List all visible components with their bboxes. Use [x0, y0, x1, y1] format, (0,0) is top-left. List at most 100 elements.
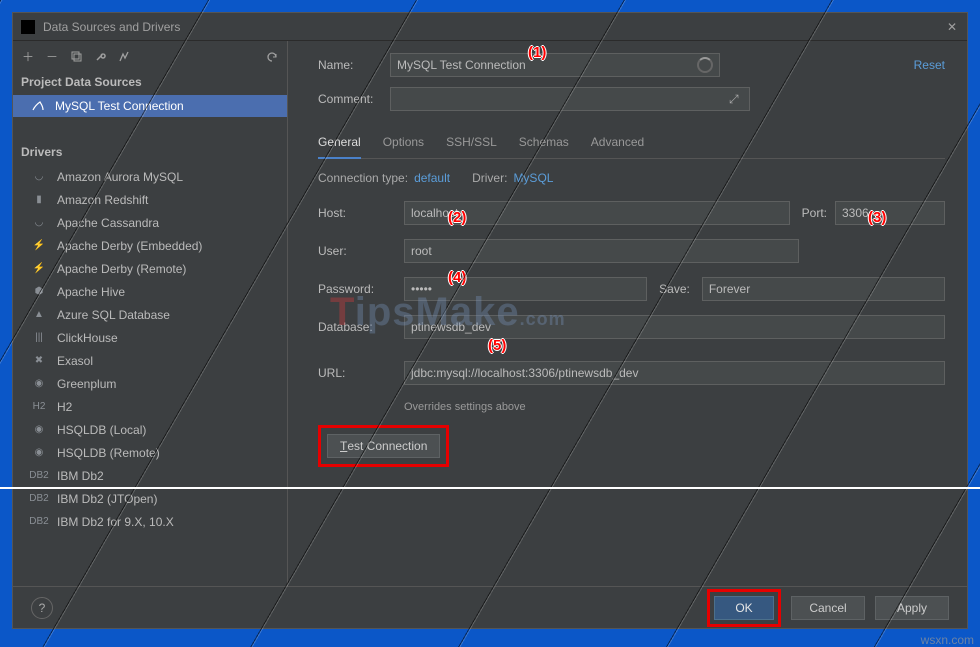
driver-link[interactable]: MySQL: [513, 171, 553, 185]
connection-type-line: Connection type: default Driver: MySQL: [318, 171, 945, 185]
right-panel: Name: MySQL Test Connection Reset Commen…: [288, 41, 967, 586]
driver-item[interactable]: ▮Amazon Redshift: [13, 188, 287, 211]
help-icon[interactable]: ?: [31, 597, 53, 619]
driver-label: Exasol: [57, 354, 93, 368]
url-input[interactable]: jdbc:mysql://localhost:3306/ptinewsdb_de…: [404, 361, 945, 385]
datasource-label: MySQL Test Connection: [55, 99, 184, 113]
driver-icon: ◉: [31, 423, 47, 437]
driver-label: Apache Hive: [57, 285, 125, 299]
driver-item[interactable]: ⚡ Apache Derby (Remote): [13, 257, 287, 280]
driver-item[interactable]: ◉ Greenplum: [13, 372, 287, 395]
driver-item[interactable]: ◡ Amazon Aurora MySQL: [13, 165, 287, 188]
tab-general[interactable]: General: [318, 131, 361, 159]
save-select[interactable]: Forever: [702, 277, 945, 301]
driver-item[interactable]: ▲ Azure SQL Database: [13, 303, 287, 326]
driver-item[interactable]: ◡ Apache Cassandra: [13, 211, 287, 234]
driver-item[interactable]: DB2 IBM Db2: [13, 464, 287, 487]
url-label: URL:: [318, 366, 392, 380]
driver-item[interactable]: ⬢Apache Hive: [13, 280, 287, 303]
test-connection-highlight: Test Connection: [318, 425, 449, 467]
driver-label: Amazon Aurora MySQL: [57, 170, 183, 184]
wrench-icon[interactable]: [89, 45, 111, 67]
left-panel: ＋ － Project Data Sources: [13, 41, 288, 586]
driver-icon: DB2: [31, 469, 47, 483]
undo-icon[interactable]: [261, 45, 283, 67]
driver-item[interactable]: ◉HSQLDB (Local): [13, 418, 287, 441]
driver-icon: ◉: [31, 377, 47, 391]
datasource-item[interactable]: MySQL Test Connection: [13, 95, 287, 117]
copy-icon[interactable]: [65, 45, 87, 67]
driver-icon: ⚡: [31, 262, 47, 276]
host-input[interactable]: localhost: [404, 201, 790, 225]
spinner-icon: [697, 57, 713, 73]
drivers-list: Drivers ◡ Amazon Aurora MySQL ▮Amazon Reds…: [13, 141, 287, 533]
tabs: General Options SSH/SSL Schemas Advanced: [318, 131, 945, 159]
driver-label: ClickHouse: [57, 331, 118, 345]
apply-button[interactable]: Apply: [875, 596, 949, 620]
tab-advanced[interactable]: Advanced: [591, 131, 644, 158]
driver-label: IBM Db2 (JTOpen): [57, 492, 157, 506]
driver-icon: ◉: [31, 446, 47, 460]
driver-icon: |||: [31, 331, 47, 345]
dialog-footer: ? OK Cancel Apply: [13, 586, 967, 628]
tab-sshssl[interactable]: SSH/SSL: [446, 131, 497, 158]
driver-item[interactable]: H2 H2: [13, 395, 287, 418]
remove-icon[interactable]: －: [41, 45, 63, 67]
database-input[interactable]: ptinewsdb_dev: [404, 315, 945, 339]
app-icon: [21, 20, 35, 34]
host-label: Host:: [318, 206, 392, 220]
driver-label: H2: [57, 400, 72, 414]
comment-input[interactable]: ⤢: [390, 87, 750, 111]
driver-label: HSQLDB (Remote): [57, 446, 160, 460]
test-connection-button[interactable]: Test Connection: [327, 434, 440, 458]
driver-item[interactable]: ✖ Exasol: [13, 349, 287, 372]
driver-item[interactable]: DB2IBM Db2 (JTOpen): [13, 487, 287, 510]
driver-icon: ✖: [31, 354, 47, 368]
driver-item[interactable]: DB2 IBM Db2 for 9.X, 10.X: [13, 510, 287, 533]
ok-button[interactable]: OK: [714, 596, 774, 620]
tab-options[interactable]: Options: [383, 131, 424, 158]
driver-label: Azure SQL Database: [57, 308, 170, 322]
driver-icon: ▮: [31, 193, 47, 207]
section-data-sources: Project Data Sources: [13, 71, 287, 95]
driver-icon: DB2: [31, 515, 47, 529]
driver-item[interactable]: ||| ClickHouse: [13, 326, 287, 349]
close-icon[interactable]: ✕: [945, 20, 959, 34]
datasource-list: MySQL Test Connection: [13, 95, 287, 117]
save-label: Save:: [659, 282, 690, 296]
driver-icon: ◡: [31, 170, 47, 184]
reset-schema-icon[interactable]: [113, 45, 135, 67]
password-input[interactable]: •••••: [404, 277, 647, 301]
driver-icon: H2: [31, 400, 47, 414]
add-icon[interactable]: ＋: [17, 45, 39, 67]
driver-icon: ▲: [31, 308, 47, 322]
comment-label: Comment:: [318, 92, 390, 106]
dialog-window: Data Sources and Drivers ✕ ＋ －: [12, 12, 968, 629]
driver-item[interactable]: ⚡ Apache Derby (Embedded): [13, 234, 287, 257]
window-title: Data Sources and Drivers: [43, 20, 945, 34]
driver-icon: ⚡: [31, 239, 47, 253]
driver-label: IBM Db2 for 9.X, 10.X: [57, 515, 174, 529]
section-drivers: Drivers: [13, 141, 287, 165]
port-input[interactable]: 3306: [835, 201, 945, 225]
driver-label: IBM Db2: [57, 469, 104, 483]
titlebar: Data Sources and Drivers ✕: [13, 13, 967, 41]
driver-icon: ◡: [31, 216, 47, 230]
expand-icon[interactable]: ⤢: [729, 92, 743, 107]
mysql-icon: [31, 99, 45, 113]
connection-type-link[interactable]: default: [414, 171, 450, 185]
cancel-button[interactable]: Cancel: [791, 596, 865, 620]
driver-item[interactable]: ◉ HSQLDB (Remote): [13, 441, 287, 464]
tab-schemas[interactable]: Schemas: [519, 131, 569, 158]
reset-link[interactable]: Reset: [914, 58, 945, 72]
dialog-body: ＋ － Project Data Sources: [13, 41, 967, 586]
driver-label: Apache Cassandra: [57, 216, 159, 230]
marker-5: (5): [488, 337, 506, 354]
ok-highlight: OK: [707, 589, 781, 627]
port-label: Port:: [802, 206, 827, 220]
user-input[interactable]: root: [404, 239, 799, 263]
driver-label: Apache Derby (Embedded): [57, 239, 202, 253]
driver-label: Apache Derby (Remote): [57, 262, 186, 276]
driver-label: Greenplum: [57, 377, 116, 391]
name-input[interactable]: MySQL Test Connection: [390, 53, 720, 77]
